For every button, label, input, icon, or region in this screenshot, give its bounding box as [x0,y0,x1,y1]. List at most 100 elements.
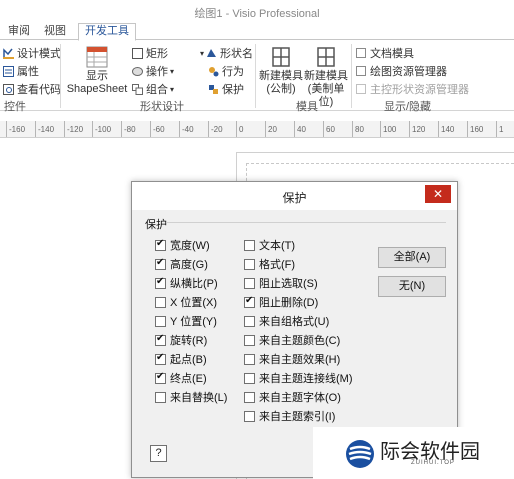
protect-option-checkbox[interactable]: 旋转(R) [155,333,207,347]
checkbox-unchecked [155,315,166,327]
ruler-tick-mark [35,121,36,137]
view-code-label: 查看代码 [17,84,61,96]
option-label: 宽度(W) [170,240,210,252]
protect-option-checkbox[interactable]: 来自替换(L) [155,390,227,404]
protect-option-checkbox[interactable]: 阻止删除(D) [244,295,318,309]
ruler-tick-label: -160 [9,125,26,134]
protect-button[interactable]: 保护 [208,81,244,97]
master-explorer-checkbox[interactable]: 主控形状资源管理器 [356,81,469,97]
watermark-logo-icon [346,440,374,468]
shape-name-button[interactable]: ▾ 形状名 [200,45,253,61]
option-label: 来自主题效果(H) [259,354,341,366]
rectangle-button[interactable]: 矩形 [132,45,168,61]
ruler-tick-label: -140 [38,125,55,134]
view-code-icon [3,83,14,95]
protect-option-checkbox[interactable]: 高度(G) [155,257,208,271]
design-mode-button[interactable]: 设计模式 [3,45,61,61]
help-icon: ? [155,447,162,459]
option-label: 来自组格式(U) [259,316,330,328]
protect-option-checkbox[interactable]: 来自主题效果(H) [244,352,340,366]
ruler-tick-mark [438,121,439,137]
shapesheet-label: ShapeSheet [66,83,128,95]
document-stencil-checkbox[interactable]: 文档模具 [356,45,414,61]
protect-option-checkbox[interactable]: 终点(E) [155,371,207,385]
behavior-label: 行为 [222,66,244,78]
protect-option-checkbox[interactable]: 来自主题连接线(M) [244,371,353,385]
ruler-tick-mark [121,121,122,137]
window-title: 绘图1 - Visio Professional [194,8,320,20]
ruler-tick-label: 160 [470,125,484,134]
close-icon: ✕ [432,187,444,201]
operation-label: 操作 [146,66,168,78]
protect-option-checkbox[interactable]: X 位置(X) [155,295,217,309]
protect-option-checkbox[interactable]: 来自主题字体(O) [244,390,341,404]
protect-option-checkbox[interactable]: 文本(T) [244,238,295,252]
new-stencil-metric-button[interactable]: 新建模具 (公制) [258,46,304,96]
protect-option-checkbox[interactable]: Y 位置(Y) [155,314,217,328]
drawing-explorer-checkbox[interactable]: 绘图资源管理器 [356,63,447,79]
watermark: 际会软件园 ZUIHUI.TOP [313,427,514,479]
ruler-tick-label: 0 [239,125,244,134]
none-button[interactable]: 无(N) [378,276,446,297]
show-shapesheet-button[interactable]: 显示 ShapeSheet [66,46,128,96]
group-button[interactable]: 组合 ▾ [132,81,174,97]
show-label: 显示 [86,70,108,82]
checkbox-checked [155,352,166,365]
ruler-tick-mark [467,121,468,137]
behavior-icon [209,66,219,76]
ruler-tick-label: 80 [355,125,364,134]
operation-icon [132,66,143,76]
tab-developer[interactable]: 开发工具 [78,23,136,41]
help-button[interactable]: ? [150,445,167,462]
protect-option-checkbox[interactable]: 纵横比(P) [155,276,218,290]
ruler-tick-label: -60 [153,125,165,134]
protect-option-checkbox[interactable]: 来自组格式(U) [244,314,329,328]
checkbox-box [356,48,366,58]
checkbox-box [356,66,366,76]
dialog-title-bar: 保护 ✕ [132,182,457,210]
all-button[interactable]: 全部(A) [378,247,446,268]
master-explorer-label: 主控形状资源管理器 [370,84,469,96]
checkbox-checked [155,257,166,270]
properties-button[interactable]: 属性 [3,63,39,79]
protect-option-checkbox[interactable]: 来自主题颜色(C) [244,333,340,347]
protect-icon [209,84,218,94]
ruler-tick-mark [380,121,381,137]
ruler-tick-mark [294,121,295,137]
tab-view[interactable]: 视图 [44,24,66,40]
new-stencil-metric-label: 新建模具 [259,70,303,82]
ribbon-tabs: 审阅 视图 开发工具 [0,22,514,41]
ruler-tick-mark [6,121,7,137]
dialog-title: 保护 [282,191,307,205]
protect-option-checkbox[interactable]: 阻止选取(S) [244,276,318,290]
drawing-explorer-label: 绘图资源管理器 [370,66,447,78]
ribbon-separator [60,44,61,108]
section-label: 保护 [145,219,167,231]
checkbox-unchecked [244,315,255,327]
checkbox-unchecked [244,334,255,346]
view-code-button[interactable]: 查看代码 [3,81,61,97]
group-icon [132,83,143,95]
tab-review[interactable]: 审阅 [8,24,30,40]
protect-option-checkbox[interactable]: 起点(B) [155,352,207,366]
ruler-tick-mark [64,121,65,137]
show-hide-group-label: 显示/隐藏 [384,101,432,113]
ruler-tick-label: 100 [383,125,397,134]
operation-button[interactable]: 操作 ▾ [132,63,174,79]
ruler-tick-mark [92,121,93,137]
properties-label: 属性 [17,66,39,78]
ruler-tick-label: 60 [326,125,335,134]
chevron-down-icon: ▾ [170,66,175,76]
protect-option-checkbox[interactable]: 格式(F) [244,257,295,271]
protect-label: 保护 [222,84,244,96]
behavior-button[interactable]: 行为 [208,63,244,79]
close-button[interactable]: ✕ [425,185,451,203]
protect-option-checkbox[interactable]: 宽度(W) [155,238,210,252]
new-stencil-icon [317,47,335,67]
checkbox-unchecked [244,239,255,251]
section-divider [166,222,446,223]
ruler-tick-mark [265,121,266,137]
option-label: 阻止选取(S) [259,278,318,290]
ruler-tick-label: -120 [67,125,84,134]
protect-option-checkbox[interactable]: 来自主题索引(I) [244,409,335,423]
